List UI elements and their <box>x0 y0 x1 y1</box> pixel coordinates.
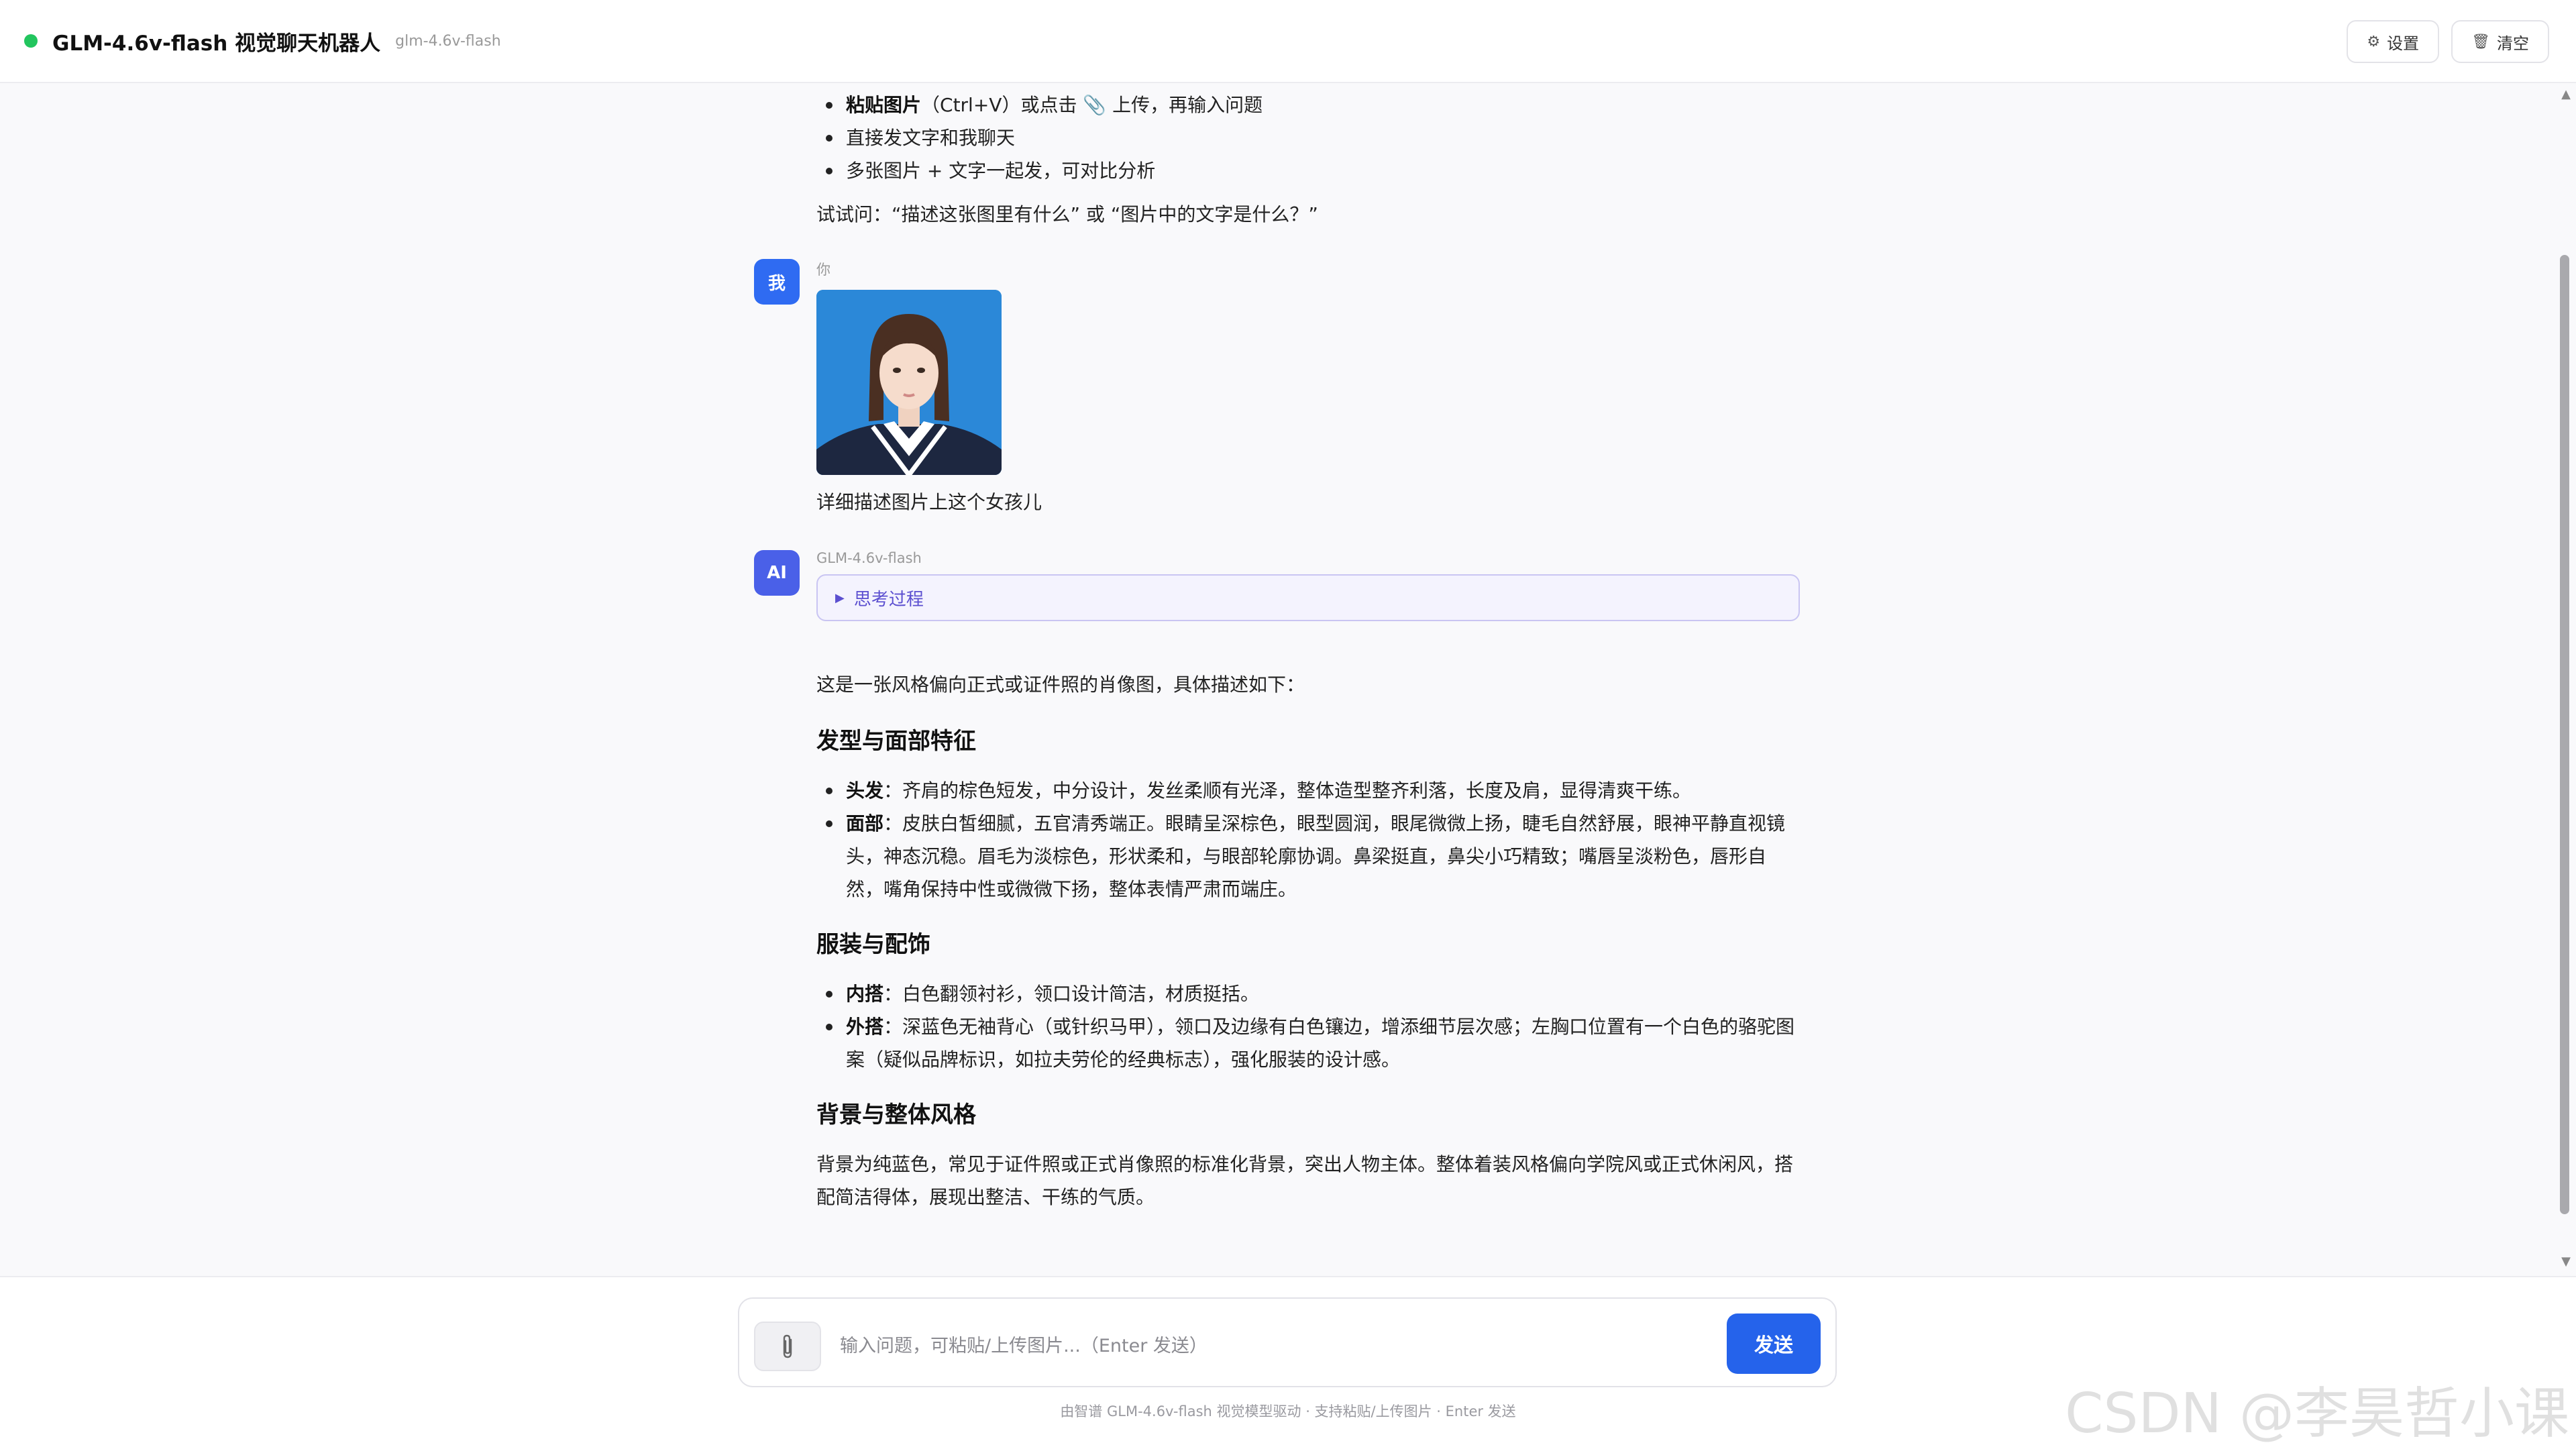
clear-button[interactable]: 🗑 清空 <box>2451 20 2549 63</box>
trash-icon: 🗑 <box>2471 33 2490 50</box>
header-actions: ⚙ 设置 🗑 清空 <box>2347 20 2549 63</box>
scroll-down-arrow-icon[interactable]: ▼ <box>2561 1254 2571 1269</box>
list-item: 头发：齐肩的棕色短发，中分设计，发丝柔顺有光泽，整体造型整齐利落，长度及肩，显得… <box>816 774 1803 807</box>
section-list: 内搭：白色翻领衬衫，领口设计简洁，材质挺括。 外搭：深蓝色无袖背心（或针织马甲）… <box>816 977 1803 1076</box>
sender-name: GLM-4.6v-flash <box>816 550 922 566</box>
user-message-text: 详细描述图片上这个女孩儿 <box>816 491 1042 513</box>
scroll-up-arrow-icon[interactable]: ▲ <box>2561 87 2571 101</box>
list-item: 外搭：深蓝色无袖背心（或针织马甲），领口及边缘有白色镶边，增添细节层次感；左胸口… <box>816 1010 1803 1076</box>
section-list: 头发：齐肩的棕色短发，中分设计，发丝柔顺有光泽，整体造型整齐利落，长度及肩，显得… <box>816 774 1803 906</box>
tips-list: 粘贴图片（Ctrl+V）或点击 📎 上传，再输入问题 直接发文字和我聊天 多张图… <box>816 89 1803 187</box>
attach-image-button[interactable] <box>754 1322 821 1371</box>
composer-box: 发送 <box>738 1297 1837 1387</box>
section-heading: 发型与面部特征 <box>816 728 976 755</box>
paperclip-icon <box>783 1334 792 1358</box>
ai-avatar: AI <box>754 550 800 596</box>
online-status-dot <box>24 34 38 48</box>
tip-item: 粘贴图片（Ctrl+V）或点击 📎 上传，再输入问题 <box>816 89 1803 121</box>
user-avatar: 我 <box>754 259 800 305</box>
section-heading: 服装与配饰 <box>816 931 930 958</box>
clear-label: 清空 <box>2497 34 2529 53</box>
top-bar: GLM-4.6v-flash 视觉聊天机器人 glm-4.6v-flash ⚙ … <box>0 0 2576 83</box>
app-title: GLM-4.6v-flash 视觉聊天机器人 <box>52 31 381 56</box>
csdn-watermark: CSDN @李昊哲小课 <box>2065 1382 2569 1446</box>
sender-name: 你 <box>816 262 830 278</box>
gear-icon: ⚙ <box>2367 33 2381 50</box>
section-paragraph: 背景为纯蓝色，常见于证件照或正式肖像照的标准化背景，突出人物主体。整体着装风格偏… <box>816 1153 1794 1208</box>
thinking-label: 思考过程 <box>853 589 924 610</box>
list-item: 面部：皮肤白皙细腻，五官清秀端正。眼睛呈深棕色，眼型圆润，眼尾微微上扬，睫毛自然… <box>816 807 1803 906</box>
list-item: 内搭：白色翻领衬衫，领口设计简洁，材质挺括。 <box>816 977 1803 1010</box>
tip-item: 直接发文字和我聊天 <box>816 121 1803 154</box>
chat-history[interactable]: 粘贴图片（Ctrl+V）或点击 📎 上传，再输入问题 直接发文字和我聊天 多张图… <box>0 83 2576 1276</box>
model-tag: glm-4.6v-flash <box>395 32 501 50</box>
section-heading: 背景与整体风格 <box>816 1102 976 1128</box>
thinking-toggle[interactable]: ▶ 思考过程 <box>816 574 1800 621</box>
try-suggestion: 试试问：“描述这张图里有什么” 或 “图片中的文字是什么？” <box>816 203 1318 225</box>
settings-label: 设置 <box>2387 34 2420 53</box>
message-input[interactable] <box>840 1326 1725 1366</box>
send-button[interactable]: 发送 <box>1727 1313 1821 1374</box>
tip-item: 多张图片 + 文字一起发，可对比分析 <box>816 154 1803 187</box>
ai-intro: 这是一张风格偏向正式或证件照的肖像图，具体描述如下： <box>816 674 1305 696</box>
portrait-photo-icon <box>816 290 1002 475</box>
caret-right-icon: ▶ <box>835 590 845 605</box>
scrollbar-thumb[interactable] <box>2560 255 2569 1214</box>
uploaded-image[interactable] <box>816 290 1002 475</box>
settings-button[interactable]: ⚙ 设置 <box>2347 20 2440 63</box>
